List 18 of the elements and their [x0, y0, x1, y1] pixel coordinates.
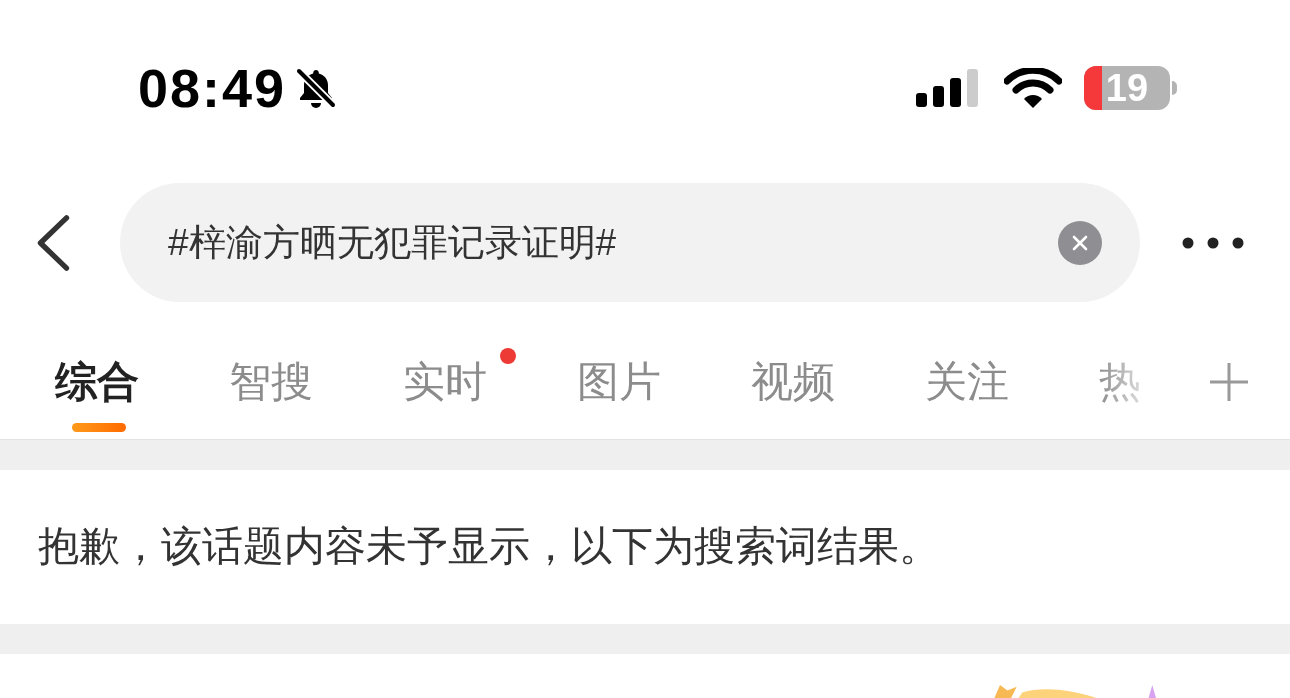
plus-icon: [1209, 362, 1249, 402]
more-dots-icon: [1182, 236, 1244, 249]
notice-text: 抱歉，该话题内容未予显示，以下为搜索词结果。: [38, 522, 940, 572]
tab[interactable]: 图片: [577, 358, 661, 406]
tab[interactable]: 综合: [55, 358, 139, 406]
clock-time: 08:49: [138, 61, 287, 115]
tab[interactable]: 智搜: [229, 358, 313, 406]
close-icon: [1072, 234, 1088, 251]
wifi-icon: [1004, 68, 1062, 108]
tab[interactable]: 视频: [751, 358, 835, 406]
add-tab-button[interactable]: [1208, 362, 1250, 402]
battery-indicator: 19: [1084, 66, 1170, 110]
tab[interactable]: 实时: [403, 358, 487, 406]
clear-button[interactable]: [1058, 220, 1102, 265]
search-input[interactable]: #梓渝方晒无犯罪记录证明#: [168, 214, 1058, 271]
cellular-signal-icon: [916, 69, 980, 107]
tab[interactable]: 关注: [925, 358, 1009, 406]
search-field[interactable]: #梓渝方晒无犯罪记录证明#: [120, 183, 1140, 302]
